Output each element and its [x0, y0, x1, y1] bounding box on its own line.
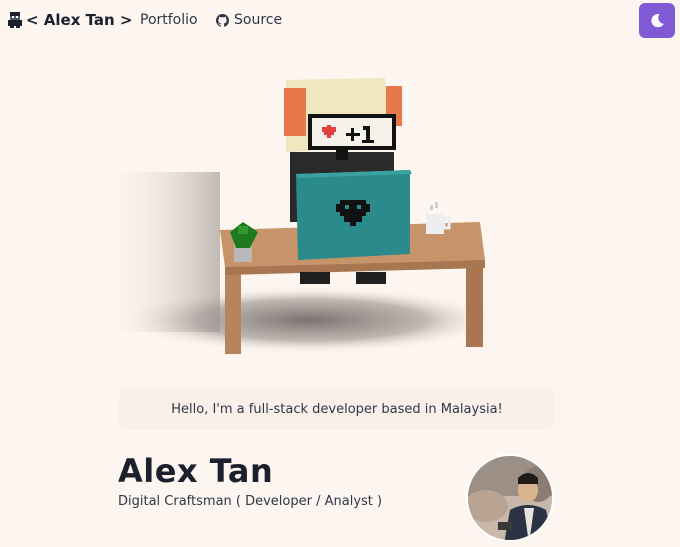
pixel-avatar-icon	[8, 12, 22, 28]
nav-portfolio-link[interactable]: Portfolio	[140, 12, 198, 28]
greeting-banner: Hello, I'm a full-stack developer based …	[119, 388, 555, 430]
nav-portfolio-label: Portfolio	[140, 12, 198, 28]
profile-subtitle: Digital Craftsman ( Developer / Analyst …	[118, 494, 383, 509]
nav-source-link[interactable]: Source	[216, 12, 282, 28]
profile-name: Alex Tan	[118, 452, 274, 490]
moon-icon	[651, 13, 664, 27]
navbar: < Alex Tan > Portfolio Source	[0, 0, 680, 42]
theme-toggle-button[interactable]	[639, 3, 675, 38]
voxel-hero-illustration	[100, 78, 500, 354]
github-icon	[216, 13, 229, 27]
profile-avatar	[466, 454, 554, 542]
brand-label: < Alex Tan >	[26, 11, 133, 29]
brand-link[interactable]: < Alex Tan >	[8, 11, 133, 29]
nav-source-label: Source	[234, 12, 283, 28]
avatar-photo	[468, 456, 552, 540]
greeting-text: Hello, I'm a full-stack developer based …	[171, 401, 503, 417]
